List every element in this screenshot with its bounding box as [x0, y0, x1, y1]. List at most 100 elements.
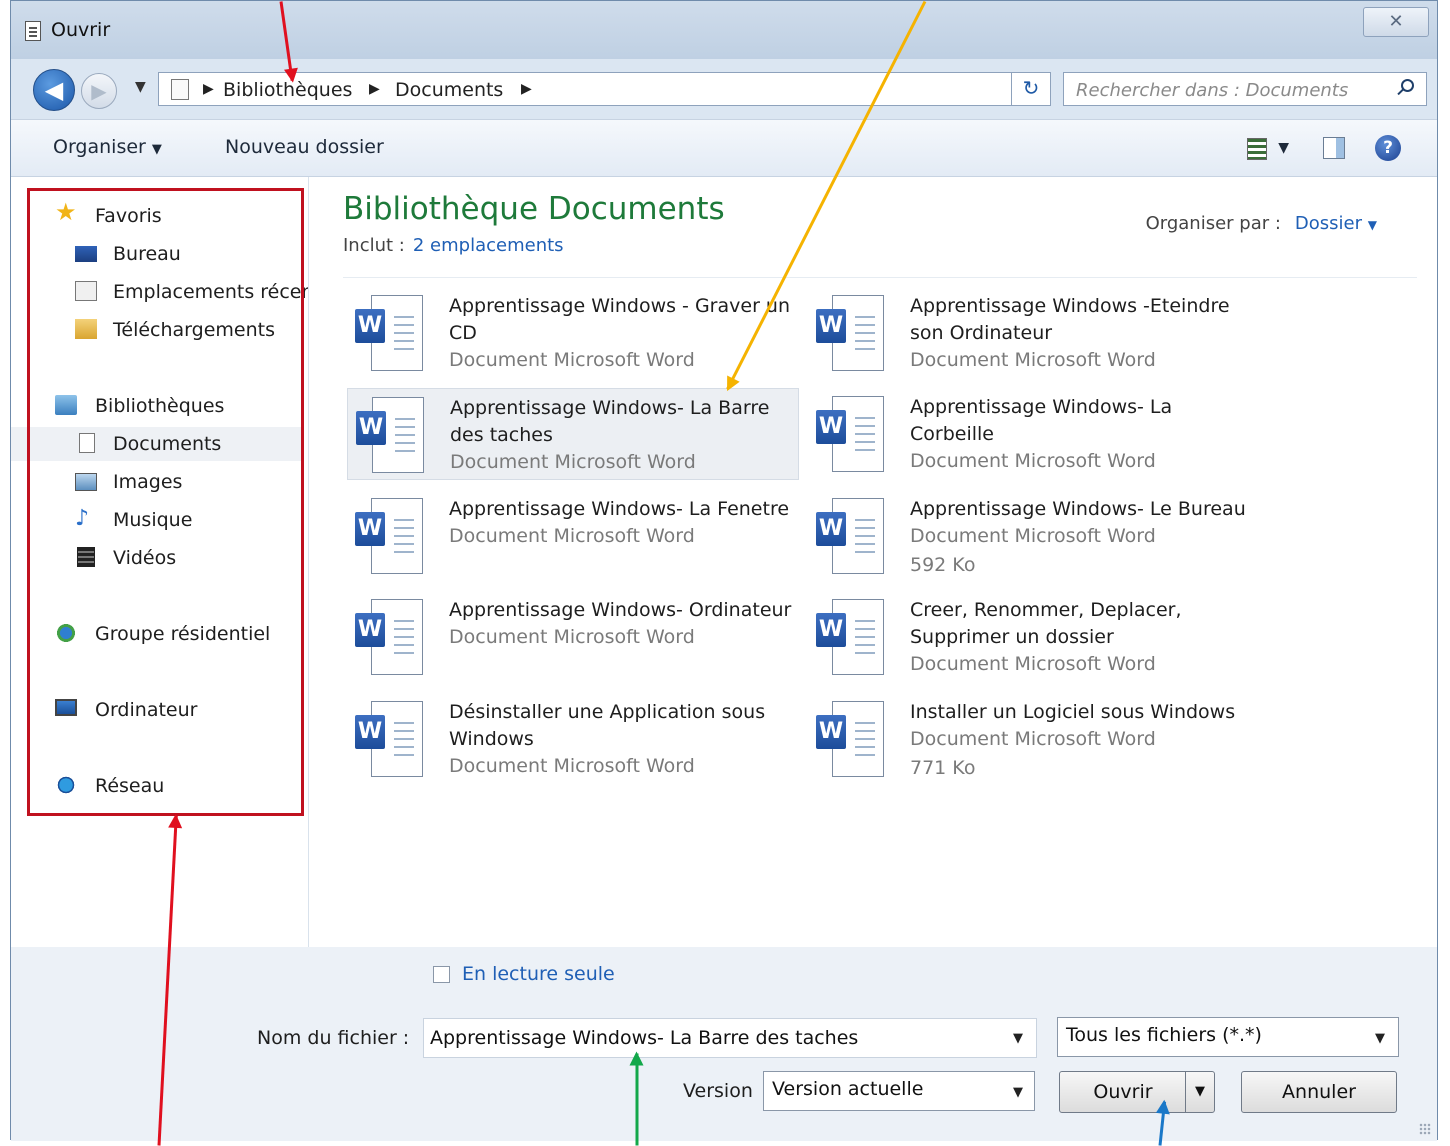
search-input[interactable] — [1074, 76, 1378, 104]
file-item[interactable]: W Apprentissage Windows -Eteindre son Ord… — [808, 287, 1260, 379]
file-type: Document Microsoft Word — [449, 349, 695, 371]
readonly-checkbox[interactable] — [433, 966, 450, 983]
arrange-by-label: Organiser par : — [1145, 213, 1281, 234]
library-title: Bibliothèque Documents — [343, 191, 725, 227]
sidebar-item-desktop[interactable]: Bureau — [11, 237, 301, 271]
arrange-by-dropdown[interactable]: Dossier ▼ — [1295, 213, 1377, 234]
file-name: Désinstaller une Application sous Window… — [449, 701, 766, 750]
word-document-icon: W — [816, 701, 884, 777]
file-name: Apprentissage Windows- Le Bureau — [910, 498, 1246, 520]
word-document-icon: W — [816, 295, 884, 371]
breadcrumb-separator-icon[interactable]: ▶ — [203, 81, 214, 97]
open-button[interactable]: Ouvrir ▼ — [1059, 1071, 1215, 1113]
sidebar-item-downloads[interactable]: Téléchargements — [11, 313, 301, 347]
film-icon — [77, 547, 95, 567]
word-document-icon: W — [816, 396, 884, 472]
organize-button[interactable]: Organiser ▼ — [53, 136, 162, 158]
search-box[interactable] — [1063, 72, 1427, 106]
sidebar-item-videos[interactable]: Vidéos — [11, 541, 301, 575]
sidebar-item-homegroup[interactable]: Groupe résidentiel — [11, 617, 301, 651]
sidebar-item-recent-places[interactable]: Emplacements récents — [11, 275, 308, 309]
file-name: Apprentissage Windows- Ordinateur — [449, 599, 792, 621]
file-item[interactable]: W Apprentissage Windows- Ordinateur Docume… — [347, 591, 799, 683]
sidebar-item-music[interactable]: ♪ Musique — [11, 503, 301, 537]
sidebar-item-favorites[interactable]: ★ Favoris — [11, 199, 301, 233]
file-item[interactable]: W Apprentissage Windows- La Barre des tac… — [347, 388, 799, 480]
file-item[interactable]: W Apprentissage Windows- La Fenetre Docume… — [347, 490, 799, 582]
version-label: Version — [683, 1080, 753, 1102]
document-icon — [25, 21, 41, 41]
version-select[interactable]: Version actuelle — [763, 1071, 1035, 1111]
word-document-icon: W — [816, 498, 884, 574]
file-item[interactable]: W Installer un Logiciel sous Windows Docum… — [808, 693, 1260, 785]
file-type-value: Tous les fichiers (*.*) — [1066, 1024, 1262, 1046]
file-item[interactable]: W Apprentissage Windows - Graver un CD Doc… — [347, 287, 799, 379]
breadcrumb-separator-icon[interactable]: ▶ — [369, 81, 380, 97]
file-list-pane: Bibliothèque Documents Inclut : 2 emplace… — [309, 177, 1437, 947]
file-type-chevron-down-icon[interactable]: ▼ — [1375, 1031, 1385, 1046]
sidebar-item-label: Images — [113, 471, 183, 493]
recent-pages-chevron-down-icon[interactable]: ▼ — [135, 79, 146, 95]
navigation-pane[interactable]: ★ Favoris Bureau Emplacements récents Té… — [11, 177, 309, 947]
file-name: Apprentissage Windows- La Corbeille — [910, 396, 1173, 445]
version-chevron-down-icon[interactable]: ▼ — [1013, 1085, 1023, 1100]
file-item[interactable]: W Apprentissage Windows- La Corbeille Docu… — [808, 388, 1260, 480]
homegroup-icon — [55, 623, 77, 643]
navigation-bar: ◀ ▶ ▼ ▶ Bibliothèques ▶ Documents ▶ ▼ ↻ — [11, 59, 1437, 119]
open-dialog: Ouvrir ✕ ◀ ▶ ▼ ▶ Bibliothèques ▶ Documen… — [10, 0, 1438, 1141]
downloads-folder-icon — [75, 319, 97, 339]
view-options-chevron-down-icon[interactable]: ▼ — [1278, 140, 1289, 156]
help-icon[interactable]: ? — [1375, 135, 1401, 161]
file-name: Apprentissage Windows- La Barre des tach… — [450, 397, 770, 446]
sidebar-item-computer[interactable]: Ordinateur — [11, 693, 301, 727]
file-name: Apprentissage Windows - Graver un CD — [449, 295, 790, 344]
file-type: Document Microsoft Word — [910, 728, 1156, 750]
search-icon[interactable] — [1401, 79, 1414, 92]
organize-label: Organiser — [53, 136, 146, 158]
file-type: Document Microsoft Word — [449, 626, 695, 648]
readonly-label[interactable]: En lecture seule — [462, 963, 615, 985]
annotation-arrow-filename — [635, 1053, 639, 1146]
sidebar-item-libraries[interactable]: Bibliothèques — [11, 389, 301, 423]
file-item[interactable]: W Creer, Renommer, Deplacer, Supprimer un… — [808, 591, 1260, 683]
breadcrumb-separator-icon[interactable]: ▶ — [521, 81, 532, 97]
desktop-icon — [75, 246, 97, 262]
divider — [343, 277, 1417, 278]
includes-label: Inclut : — [343, 235, 405, 256]
breadcrumb-documents[interactable]: Documents — [395, 79, 503, 101]
computer-icon — [55, 699, 77, 716]
cancel-button[interactable]: Annuler — [1241, 1071, 1397, 1113]
back-button[interactable]: ◀ — [33, 69, 75, 111]
sidebar-item-images[interactable]: Images — [11, 465, 301, 499]
arrange-by: Organiser par : Dossier ▼ — [1146, 213, 1377, 234]
close-button[interactable]: ✕ — [1363, 7, 1429, 37]
change-view-icon[interactable] — [1247, 138, 1267, 160]
word-document-icon: W — [355, 701, 423, 777]
sidebar-item-network[interactable]: Réseau — [11, 769, 301, 803]
forward-button[interactable]: ▶ — [81, 73, 117, 109]
sidebar-item-label: Groupe résidentiel — [95, 623, 271, 645]
content-area: ★ Favoris Bureau Emplacements récents Té… — [11, 177, 1437, 947]
preview-pane-icon[interactable] — [1323, 137, 1345, 159]
file-name: Creer, Renommer, Deplacer, Supprimer un … — [910, 599, 1182, 648]
filename-history-chevron-down-icon[interactable]: ▼ — [1013, 1031, 1023, 1046]
file-type-select[interactable]: Tous les fichiers (*.*) — [1057, 1017, 1399, 1057]
new-folder-button[interactable]: Nouveau dossier — [225, 136, 384, 158]
file-type: Document Microsoft Word — [910, 450, 1156, 472]
file-type: Document Microsoft Word — [910, 349, 1156, 371]
file-type: Document Microsoft Word — [910, 525, 1156, 547]
resize-grip[interactable] — [1419, 1123, 1431, 1135]
includes-locations-link[interactable]: 2 emplacements — [413, 235, 564, 256]
word-document-icon: W — [356, 397, 424, 473]
filename-input[interactable] — [423, 1018, 1037, 1058]
sidebar-item-documents[interactable]: Documents — [11, 427, 301, 461]
images-icon — [75, 473, 97, 491]
open-options-chevron-down-icon[interactable]: ▼ — [1185, 1072, 1214, 1112]
file-item[interactable]: W Apprentissage Windows- Le Bureau Documen… — [808, 490, 1260, 582]
refresh-button[interactable]: ↻ — [1011, 72, 1051, 106]
sidebar-item-label: Musique — [113, 509, 193, 531]
file-item[interactable]: W Désinstaller une Application sous Windo… — [347, 693, 799, 785]
dialog-footer: En lecture seule Nom du fichier : ▼ Tous… — [11, 947, 1437, 1141]
version-value: Version actuelle — [772, 1078, 924, 1100]
word-document-icon: W — [816, 599, 884, 675]
